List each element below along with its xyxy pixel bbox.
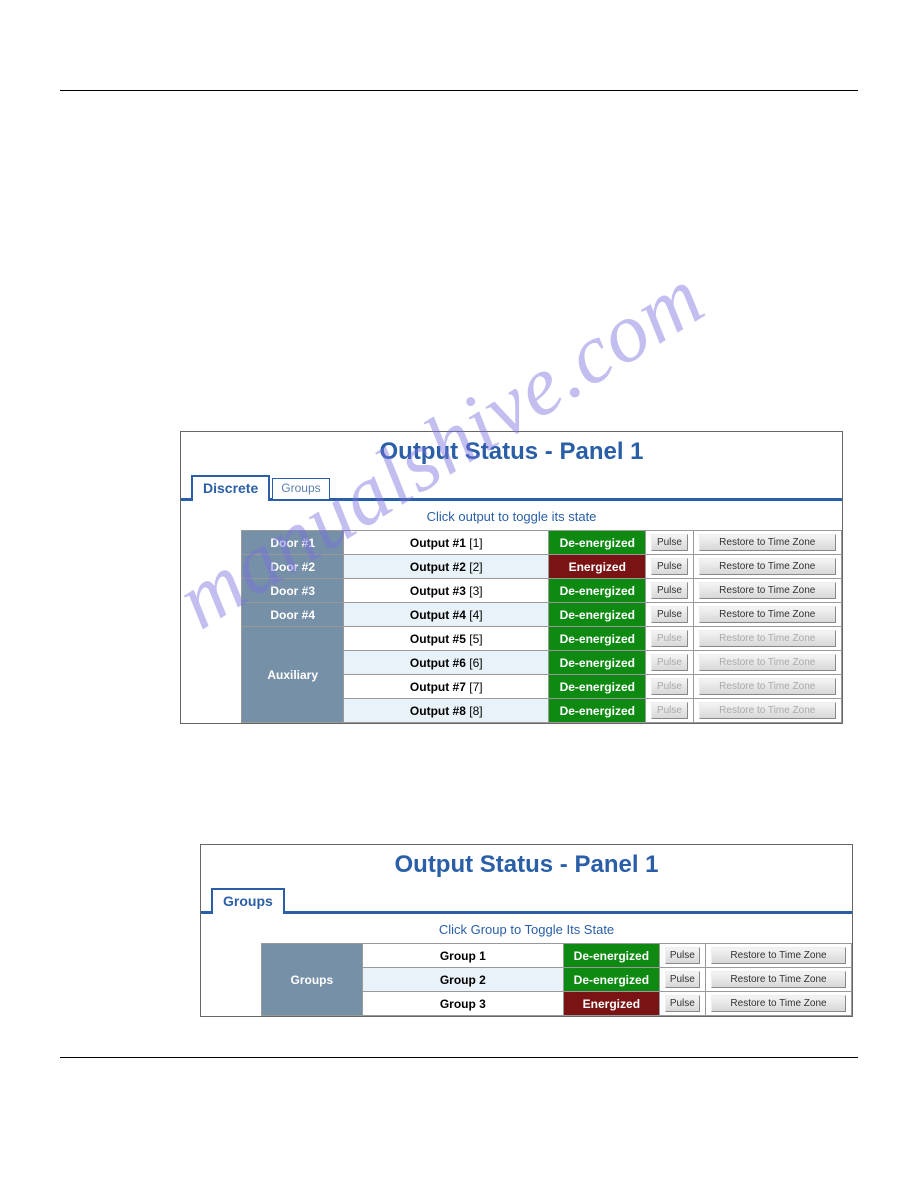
restore-cell: Restore to Time Zone — [693, 651, 841, 675]
output-status-groups-panel: Output Status - Panel 1 Groups Click Gro… — [200, 844, 853, 1017]
group-name-cell[interactable]: Group 1 — [362, 944, 563, 968]
pulse-cell: Pulse — [646, 627, 693, 651]
restore-cell: Restore to Time Zone — [693, 603, 841, 627]
pulse-cell: Pulse — [646, 603, 693, 627]
state-cell[interactable]: De-energized — [549, 579, 646, 603]
restore-button[interactable]: Restore to Time Zone — [711, 947, 846, 964]
state-cell[interactable]: De-energized — [549, 531, 646, 555]
row-header: Groups — [262, 944, 363, 1016]
pulse-button[interactable]: Pulse — [651, 582, 687, 599]
pulse-button[interactable]: Pulse — [651, 558, 687, 575]
output-name-cell[interactable]: Output #3 [3] — [344, 579, 549, 603]
pulse-button[interactable]: Pulse — [665, 995, 700, 1012]
pulse-button: Pulse — [651, 654, 687, 671]
hint-text: Click Group to Toggle Its State — [201, 914, 852, 943]
table-row: Door #2Output #2 [2]Energized Pulse Restor… — [242, 555, 842, 579]
tab-groups[interactable]: Groups — [211, 888, 285, 914]
restore-cell: Restore to Time Zone — [693, 675, 841, 699]
output-name-cell[interactable]: Output #1 [1] — [344, 531, 549, 555]
restore-cell: Restore to Time Zone — [706, 968, 852, 992]
pulse-button[interactable]: Pulse — [665, 947, 700, 964]
restore-button: Restore to Time Zone — [699, 630, 836, 647]
restore-cell: Restore to Time Zone — [693, 579, 841, 603]
row-header: Door #2 — [242, 555, 344, 579]
row-header: Door #1 — [242, 531, 344, 555]
output-name-cell[interactable]: Output #4 [4] — [344, 603, 549, 627]
state-cell[interactable]: De-energized — [564, 944, 660, 968]
restore-button: Restore to Time Zone — [699, 678, 836, 695]
restore-cell: Restore to Time Zone — [693, 531, 841, 555]
tab-groups[interactable]: Groups — [272, 478, 329, 499]
state-cell[interactable]: De-energized — [564, 968, 660, 992]
restore-button[interactable]: Restore to Time Zone — [711, 995, 846, 1012]
state-cell[interactable]: De-energized — [549, 675, 646, 699]
pulse-cell: Pulse — [646, 531, 693, 555]
panel-title: Output Status - Panel 1 — [201, 845, 852, 885]
state-cell[interactable]: Energized — [549, 555, 646, 579]
restore-cell: Restore to Time Zone — [706, 944, 852, 968]
restore-button: Restore to Time Zone — [699, 702, 836, 719]
pulse-cell: Pulse — [646, 699, 693, 723]
pulse-cell: Pulse — [646, 579, 693, 603]
table-row: Door #1Output #1 [1]De-energized Pulse Res… — [242, 531, 842, 555]
state-cell[interactable]: De-energized — [549, 603, 646, 627]
restore-cell: Restore to Time Zone — [693, 699, 841, 723]
restore-cell: Restore to Time Zone — [693, 627, 841, 651]
restore-button[interactable]: Restore to Time Zone — [699, 534, 836, 551]
table-row: AuxiliaryOutput #5 [5]De-energizedPulseR… — [242, 627, 842, 651]
pulse-cell: Pulse — [646, 651, 693, 675]
output-name-cell[interactable]: Output #8 [8] — [344, 699, 549, 723]
output-name-cell[interactable]: Output #6 [6] — [344, 651, 549, 675]
pulse-button: Pulse — [651, 630, 687, 647]
hint-text: Click output to toggle its state — [181, 501, 842, 530]
pulse-cell: Pulse — [646, 675, 693, 699]
restore-cell: Restore to Time Zone — [693, 555, 841, 579]
output-name-cell[interactable]: Output #2 [2] — [344, 555, 549, 579]
restore-cell: Restore to Time Zone — [706, 992, 852, 1016]
row-header: Door #3 — [242, 579, 344, 603]
tabs-row: Groups — [201, 885, 852, 914]
group-name-cell[interactable]: Group 3 — [362, 992, 563, 1016]
pulse-cell: Pulse — [659, 992, 705, 1016]
state-cell[interactable]: De-energized — [549, 627, 646, 651]
state-cell[interactable]: Energized — [564, 992, 660, 1016]
outputs-table: Door #1Output #1 [1]De-energizedPulseRes… — [241, 530, 842, 723]
group-name-cell[interactable]: Group 2 — [362, 968, 563, 992]
pulse-button: Pulse — [651, 678, 687, 695]
groups-table: GroupsGroup 1De-energized Pulse Restore to… — [261, 943, 852, 1016]
pulse-button[interactable]: Pulse — [651, 606, 687, 623]
pulse-button[interactable]: Pulse — [665, 971, 700, 988]
tabs-row: Discrete Groups — [181, 472, 842, 501]
divider-top — [60, 90, 858, 91]
restore-button: Restore to Time Zone — [699, 654, 836, 671]
restore-button[interactable]: Restore to Time Zone — [711, 971, 846, 988]
row-header: Auxiliary — [242, 627, 344, 723]
output-name-cell[interactable]: Output #5 [5] — [344, 627, 549, 651]
pulse-cell: Pulse — [646, 555, 693, 579]
pulse-button[interactable]: Pulse — [651, 534, 687, 551]
restore-button[interactable]: Restore to Time Zone — [699, 558, 836, 575]
restore-button[interactable]: Restore to Time Zone — [699, 606, 836, 623]
divider-bottom — [60, 1057, 858, 1058]
table-row: Door #4Output #4 [4]De-energized Pulse Res… — [242, 603, 842, 627]
state-cell[interactable]: De-energized — [549, 699, 646, 723]
pulse-cell: Pulse — [659, 968, 705, 992]
table-row: GroupsGroup 1De-energizedPulseRestore to… — [262, 944, 852, 968]
restore-button[interactable]: Restore to Time Zone — [699, 582, 836, 599]
panel-title: Output Status - Panel 1 — [181, 432, 842, 472]
row-header: Door #4 — [242, 603, 344, 627]
table-row: Door #3Output #3 [3]De-energized Pulse Res… — [242, 579, 842, 603]
tab-discrete[interactable]: Discrete — [191, 475, 270, 501]
output-name-cell[interactable]: Output #7 [7] — [344, 675, 549, 699]
pulse-button: Pulse — [651, 702, 687, 719]
state-cell[interactable]: De-energized — [549, 651, 646, 675]
output-status-discrete-panel: Output Status - Panel 1 Discrete Groups … — [180, 431, 843, 724]
pulse-cell: Pulse — [659, 944, 705, 968]
